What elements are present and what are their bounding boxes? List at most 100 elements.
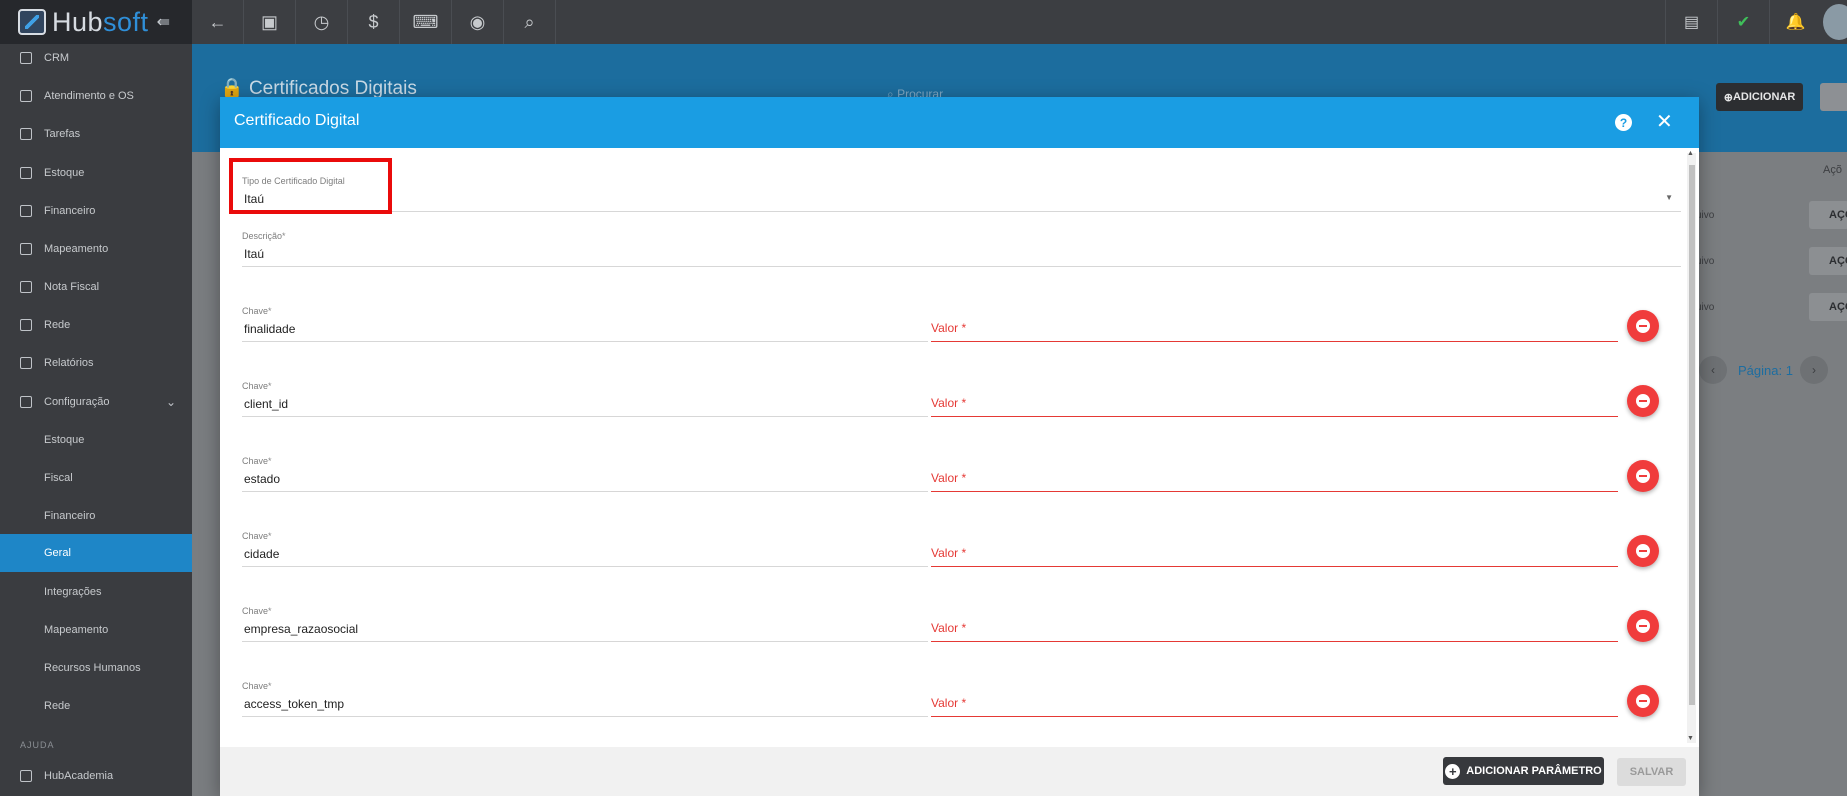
sidebar: CRM Atendimento e OS Tarefas Estoque Fin… [0, 44, 192, 796]
valor-field[interactable]: Valor * [931, 306, 1618, 342]
terminal-icon[interactable]: ⌨ [400, 0, 452, 44]
chave-field[interactable]: Chave* cidade [242, 531, 928, 567]
close-icon[interactable]: ✕ [1656, 109, 1673, 134]
description-field[interactable]: Descrição* Itaú [242, 231, 1681, 267]
field-underline [242, 211, 1681, 212]
row-actions-button[interactable]: AÇÕ [1809, 293, 1847, 321]
sidebar-item-label: Nota Fiscal [44, 281, 100, 293]
sidebar-item-financeiro[interactable]: Financeiro [0, 192, 192, 230]
collapse-menu-icon[interactable]: ⇚ [157, 12, 170, 32]
next-page-icon[interactable]: › [1800, 356, 1828, 384]
scroll-up-icon[interactable]: ▲ [1687, 150, 1694, 157]
avatar[interactable] [1823, 4, 1847, 40]
bell-icon[interactable]: 🔔 [1769, 0, 1821, 44]
sidebar-item-mapeamento[interactable]: Mapeamento [0, 230, 192, 268]
search-icon[interactable]: ⌕ [504, 0, 556, 44]
remove-param-button[interactable] [1627, 310, 1659, 342]
pdf-icon[interactable]: ▤ [1665, 0, 1717, 44]
contact-card-icon[interactable]: ▣ [244, 0, 296, 44]
scrollbar-thumb[interactable] [1689, 165, 1695, 705]
valor-field[interactable]: Valor * [931, 531, 1618, 567]
sidebar-item-label: HubAcademia [44, 770, 114, 782]
row-actions-button[interactable]: AÇÕ [1809, 201, 1847, 229]
field-value: finalidade [244, 322, 296, 336]
scroll-down-icon[interactable]: ▼ [1687, 735, 1694, 742]
sidebar-section-heading: AJUDA [20, 740, 55, 750]
chave-field[interactable]: Chave* empresa_razaosocial [242, 606, 928, 642]
sidebar-item-rede[interactable]: Rede [0, 306, 192, 344]
sidebar-subitem-rede[interactable]: Rede [0, 687, 192, 725]
back-arrow-icon[interactable]: ← [192, 0, 244, 44]
sidebar-subitem-integracoes[interactable]: Integrações [0, 573, 192, 611]
sidebar-item-hubacademia[interactable]: HubAcademia [0, 757, 192, 795]
add-button[interactable]: ⊕ ADICIONAR [1716, 83, 1803, 111]
sidebar-subitem-recursos-humanos[interactable]: Recursos Humanos [0, 649, 192, 687]
sidebar-item-label: Tarefas [44, 128, 81, 140]
crm-icon [20, 52, 32, 64]
chave-field[interactable]: Chave* estado [242, 456, 928, 492]
chave-field[interactable]: Chave* finalidade [242, 306, 928, 342]
check-badge-icon[interactable]: ✔ [1717, 0, 1769, 44]
caret-down-icon: ▼ [1665, 193, 1673, 202]
sidebar-subitem-fiscal[interactable]: Fiscal [0, 459, 192, 497]
field-underline [931, 341, 1618, 342]
brand-name: Hubsoft [52, 6, 149, 37]
minus-icon [1636, 544, 1650, 558]
remove-param-button[interactable] [1627, 460, 1659, 492]
field-underline [242, 416, 928, 417]
sidebar-item-relatorios[interactable]: Relatórios [0, 344, 192, 382]
field-label: Chave* [242, 531, 272, 541]
sidebar-item-nota-fiscal[interactable]: Nota Fiscal [0, 268, 192, 306]
plus-circle-icon: ⊕ [1723, 91, 1733, 104]
sidebar-item-label: Estoque [44, 434, 85, 446]
report-icon [20, 357, 32, 369]
calendar-clock-icon[interactable]: ◷ [296, 0, 348, 44]
sidebar-subitem-geral[interactable]: Geral [0, 534, 192, 572]
row-actions-button[interactable]: AÇÕ [1809, 247, 1847, 275]
sidebar-item-configuracao[interactable]: Configuração ⌄ [0, 383, 192, 421]
field-value: Itaú [244, 247, 265, 261]
help-icon[interactable]: ? [1615, 114, 1632, 131]
remove-param-button[interactable] [1627, 535, 1659, 567]
dollar-icon[interactable]: $ [348, 0, 400, 44]
lock-icon: 🔒 [220, 78, 249, 99]
dialog-footer: + ADICIONAR PARÂMETRO SALVAR [220, 747, 1699, 796]
valor-field[interactable]: Valor * [931, 681, 1618, 717]
chave-field[interactable]: Chave* access_token_tmp [242, 681, 928, 717]
save-button[interactable]: SALVAR [1617, 758, 1686, 786]
field-value: cidade [244, 547, 280, 561]
more-button[interactable] [1820, 83, 1847, 111]
certificate-dialog: Certificado Digital ? ✕ Tipo de Certific… [220, 97, 1699, 796]
sidebar-subitem-mapeamento[interactable]: Mapeamento [0, 611, 192, 649]
prev-page-icon[interactable]: ‹ [1699, 356, 1727, 384]
calendar-icon [20, 90, 32, 102]
field-label: Descrição* [242, 231, 286, 241]
minus-icon [1636, 619, 1650, 633]
sidebar-item-label: Financeiro [44, 205, 96, 217]
sidebar-subitem-financeiro[interactable]: Financeiro [0, 497, 192, 535]
briefcase-icon [20, 128, 32, 140]
valor-field[interactable]: Valor * [931, 456, 1618, 492]
add-parameter-button[interactable]: + ADICIONAR PARÂMETRO [1443, 757, 1604, 785]
field-underline [242, 491, 928, 492]
valor-field[interactable]: Valor * [931, 606, 1618, 642]
map-pin-icon [20, 243, 32, 255]
remove-param-button[interactable] [1627, 610, 1659, 642]
field-value: estado [244, 472, 281, 486]
remove-param-button[interactable] [1627, 685, 1659, 717]
server-icon [20, 319, 32, 331]
brand[interactable]: Hubsoft ⇚ [0, 0, 192, 44]
sidebar-item-atendimento[interactable]: Atendimento e OS [0, 77, 192, 115]
valor-field[interactable]: Valor * [931, 381, 1618, 417]
field-value: client_id [244, 397, 289, 411]
sidebar-item-tarefas[interactable]: Tarefas [0, 115, 192, 153]
remove-param-button[interactable] [1627, 385, 1659, 417]
field-label: Valor * [931, 546, 967, 560]
sidebar-subitem-estoque[interactable]: Estoque [0, 421, 192, 459]
certificate-type-select[interactable]: Tipo de Certificado Digital Itaú ▼ [242, 176, 1681, 212]
pager-label: Página: 1 [1738, 363, 1793, 378]
eye-icon[interactable]: ◉ [452, 0, 504, 44]
sidebar-item-crm[interactable]: CRM [0, 39, 192, 77]
sidebar-item-estoque[interactable]: Estoque [0, 154, 192, 192]
chave-field[interactable]: Chave* client_id [242, 381, 928, 417]
